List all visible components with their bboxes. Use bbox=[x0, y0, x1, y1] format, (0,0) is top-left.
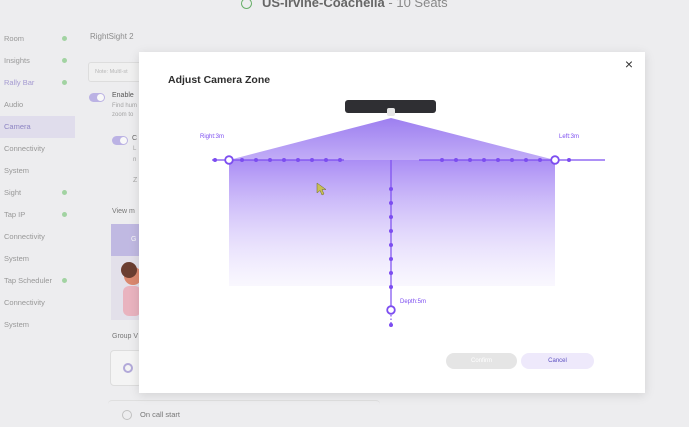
track-dot bbox=[213, 158, 217, 162]
track-dot bbox=[389, 271, 393, 275]
track-dot bbox=[524, 158, 528, 162]
camera-zone-diagram bbox=[212, 100, 605, 327]
track-dot bbox=[389, 323, 393, 327]
track-dot bbox=[268, 158, 272, 162]
track-dot bbox=[454, 158, 458, 162]
track-dot bbox=[389, 215, 393, 219]
camera-lens-icon bbox=[387, 108, 395, 116]
track-dot bbox=[496, 158, 500, 162]
track-dot bbox=[389, 243, 393, 247]
track-dot bbox=[468, 158, 472, 162]
right-distance-label: Right:3m bbox=[200, 134, 225, 140]
track-dot bbox=[389, 229, 393, 233]
left-handle[interactable] bbox=[550, 155, 560, 165]
adjust-camera-zone-dialog: Adjust Camera Zone × Right:3m Left:3m De… bbox=[139, 52, 645, 393]
track-dot bbox=[389, 187, 393, 191]
track-dot bbox=[482, 158, 486, 162]
track-dot bbox=[254, 158, 258, 162]
track-dot bbox=[567, 158, 571, 162]
track-dot bbox=[389, 285, 393, 289]
left-distance-label: Left:3m bbox=[559, 134, 580, 140]
track-dot bbox=[296, 158, 300, 162]
track-dot bbox=[538, 158, 542, 162]
depth-distance-label: Depth:5m bbox=[400, 299, 427, 305]
track-dot bbox=[510, 158, 514, 162]
coverage-area bbox=[229, 159, 555, 286]
track-dot bbox=[440, 158, 444, 162]
track-dot bbox=[389, 201, 393, 205]
right-handle[interactable] bbox=[224, 155, 234, 165]
track-dot bbox=[282, 158, 286, 162]
track-dot bbox=[389, 257, 393, 261]
cancel-button[interactable]: Cancel bbox=[521, 353, 594, 369]
track-dot bbox=[338, 158, 342, 162]
confirm-button[interactable]: Confirm bbox=[446, 353, 517, 369]
track-dot bbox=[310, 158, 314, 162]
camera-fov-fan bbox=[229, 118, 555, 160]
track-dot bbox=[324, 158, 328, 162]
track-dot bbox=[240, 158, 244, 162]
depth-handle[interactable] bbox=[386, 305, 396, 315]
